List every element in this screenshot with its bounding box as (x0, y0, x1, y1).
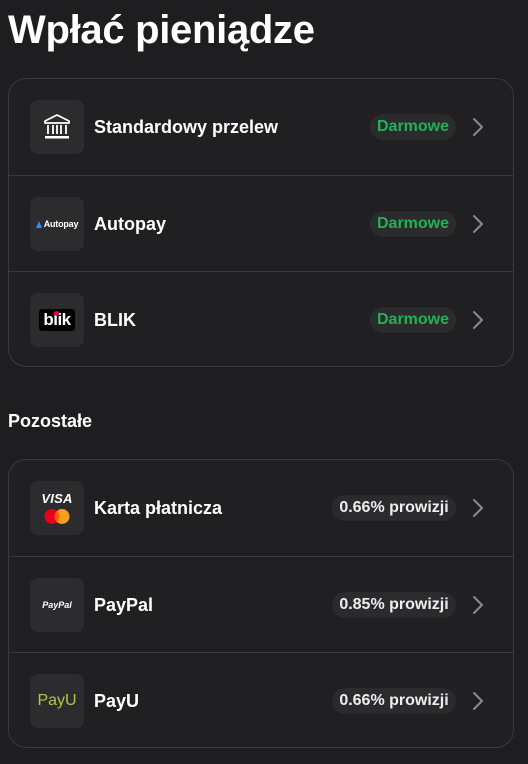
method-label: PayU (94, 691, 140, 711)
method-row-standard-transfer[interactable]: Standardowy przelew Darmowe (9, 79, 513, 175)
chevron-right-icon (473, 311, 483, 329)
autopay-mark-icon (35, 220, 42, 228)
chevron-right-icon (473, 118, 483, 136)
fee-badge: 0.66% prowizji (332, 495, 456, 521)
paypal-logo-text: PayPal (42, 600, 72, 610)
payu-logo-text: PayU (37, 692, 77, 709)
paypal-logo-icon: PayPal (30, 578, 84, 632)
method-label: BLIK (94, 310, 136, 330)
method-row-paypal[interactable]: PayPal PayPal 0.85% prowizji (9, 556, 513, 652)
autopay-logo-text: Autopay (43, 219, 79, 229)
method-row-payu[interactable]: PayU PayU 0.66% prowizji (9, 652, 513, 747)
main-methods-card: Standardowy przelew Darmowe Autopay Auto… (8, 78, 514, 367)
section-title-other: Pozostałe (8, 411, 93, 431)
blik-logo-icon: blik (30, 293, 84, 347)
other-methods-card: VISA Karta płatnicza 0.66% prowizji PayP… (8, 459, 514, 748)
page-title: Wpłać pieniądze (8, 8, 315, 52)
visa-logo-text: VISA (41, 490, 73, 506)
chevron-right-icon (473, 692, 483, 710)
method-label: PayPal (94, 595, 154, 615)
method-row-autopay[interactable]: Autopay Autopay Darmowe (9, 175, 513, 271)
chevron-right-icon (473, 215, 483, 233)
method-row-card[interactable]: VISA Karta płatnicza 0.66% prowizji (9, 460, 513, 556)
chevron-right-icon (473, 596, 483, 614)
fee-badge: Darmowe (370, 307, 456, 333)
method-row-blik[interactable]: blik BLIK Darmowe (9, 271, 513, 366)
method-label: Karta płatnicza (94, 498, 223, 518)
method-label: Autopay (94, 214, 166, 234)
fee-badge: Darmowe (370, 211, 456, 237)
payu-logo-icon: PayU (30, 674, 84, 728)
mastercard-icon (44, 508, 70, 524)
method-label: Standardowy przelew (94, 117, 279, 137)
bank-icon (30, 100, 84, 154)
blik-dot-icon (54, 311, 59, 316)
chevron-right-icon (473, 499, 483, 517)
deposit-page: Wpłać pieniądze Standardowy przelew Darm… (0, 0, 528, 764)
fee-badge: 0.85% prowizji (332, 592, 456, 618)
fee-badge: Darmowe (370, 114, 456, 140)
visa-mastercard-logo-icon: VISA (30, 481, 84, 535)
fee-badge: 0.66% prowizji (332, 688, 456, 714)
autopay-logo-icon: Autopay (30, 197, 84, 251)
